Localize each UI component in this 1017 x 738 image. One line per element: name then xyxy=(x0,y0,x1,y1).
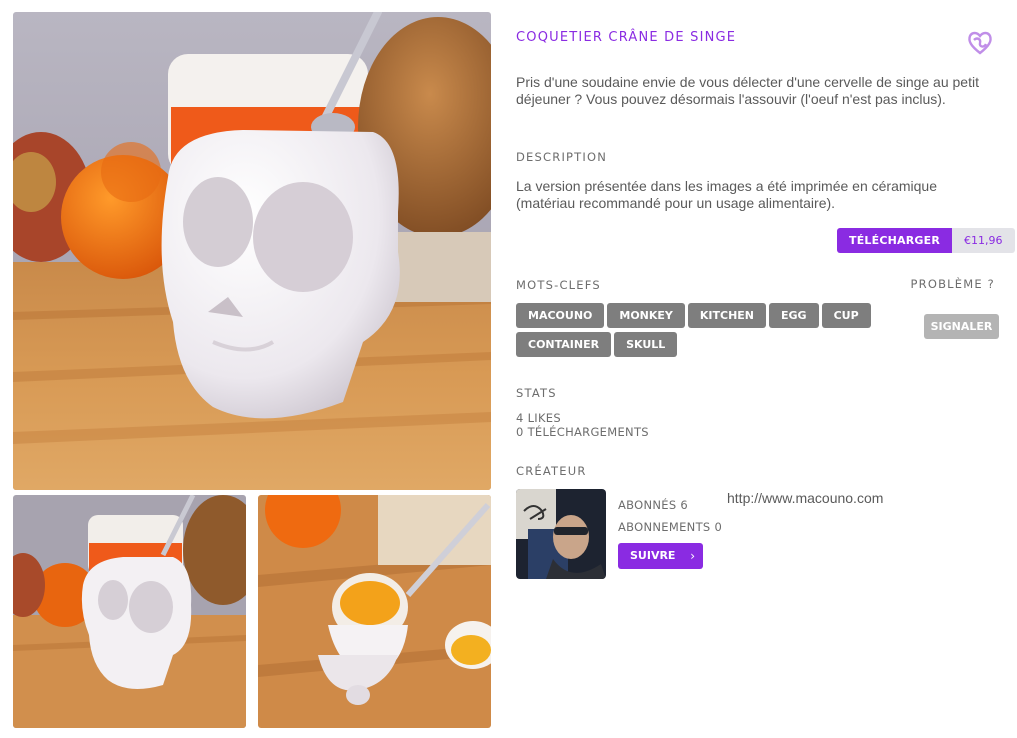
creator-avatar-image xyxy=(516,489,606,579)
description-text: La version présentée dans les images a é… xyxy=(516,178,938,211)
description-heading: DESCRIPTION xyxy=(516,150,608,164)
creator-heading: CRÉATEUR xyxy=(516,464,587,478)
download-button[interactable]: TÉLÉCHARGER xyxy=(837,228,953,253)
heart-icon[interactable] xyxy=(966,30,994,56)
following-count[interactable]: ABONNEMENTS 0 xyxy=(618,520,722,534)
thumbnail-2[interactable] xyxy=(258,495,491,728)
keyword-tag[interactable]: CUP xyxy=(821,303,871,328)
download-group: TÉLÉCHARGER €11,96 xyxy=(837,228,1015,253)
keyword-tag[interactable]: KITCHEN xyxy=(687,303,767,328)
avatar[interactable] xyxy=(516,489,606,579)
downloads-count: 0 TÉLÉCHARGEMENTS xyxy=(516,425,649,439)
skull-egg-cup-thumbnail-image xyxy=(13,495,246,728)
keyword-tag[interactable]: MONKEY xyxy=(607,303,685,328)
chevron-right-icon: › xyxy=(690,549,695,563)
keywords-heading: MOTS-CLEFS xyxy=(516,278,601,292)
stats-heading: STATS xyxy=(516,386,557,400)
keyword-tag[interactable]: MACOUNO xyxy=(516,303,605,328)
product-title: COQUETIER CRÂNE DE SINGE xyxy=(516,30,737,45)
keyword-tag[interactable]: SKULL xyxy=(614,332,678,357)
problem-heading: PROBLÈME ? xyxy=(910,277,995,291)
report-button[interactable]: SIGNALER xyxy=(924,314,999,339)
product-intro: Pris d'une soudaine envie de vous délect… xyxy=(516,74,979,107)
thumbnail-1[interactable] xyxy=(13,495,246,728)
keyword-tags: MACOUNO MONKEY KITCHEN EGG CUP CONTAINER… xyxy=(516,303,924,357)
creator-website-link[interactable]: http://www.macouno.com xyxy=(727,490,883,506)
price-label: €11,96 xyxy=(952,228,1015,253)
main-product-photo[interactable] xyxy=(13,12,491,490)
keyword-tag[interactable]: CONTAINER xyxy=(516,332,612,357)
follow-button[interactable]: SUIVRE › xyxy=(618,543,703,569)
follow-button-label: SUIVRE xyxy=(630,549,676,562)
keyword-tag[interactable]: EGG xyxy=(769,303,819,328)
skull-egg-cup-image xyxy=(13,12,491,490)
egg-in-skull-cup-thumbnail-image xyxy=(258,495,491,728)
likes-count: 4 LIKES xyxy=(516,411,561,425)
followers-count[interactable]: ABONNÉS 6 xyxy=(618,498,688,512)
